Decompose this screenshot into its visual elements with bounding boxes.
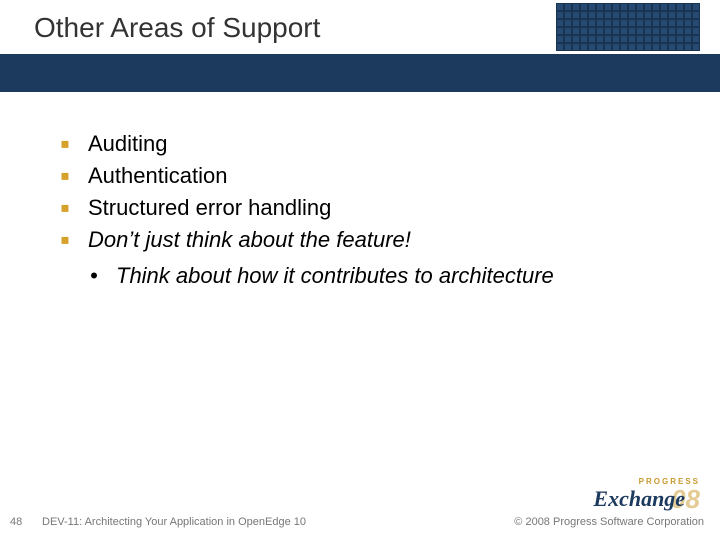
copyright: © 2008 Progress Software Corporation xyxy=(514,516,704,528)
footer: 48 DEV-11: Architecting Your Application… xyxy=(0,496,720,540)
slide-number: 48 xyxy=(10,516,22,528)
session-title: DEV-11: Architecting Your Application in… xyxy=(42,516,306,528)
sub-bullet-list: Think about how it contributes to archit… xyxy=(60,260,660,292)
content-area: Auditing Authentication Structured error… xyxy=(60,128,660,291)
bullet-item: Auditing xyxy=(60,128,660,160)
bullet-item: Structured error handling xyxy=(60,192,660,224)
bullet-item: Don’t just think about the feature! xyxy=(60,224,660,256)
header-dot-grid xyxy=(556,3,700,51)
sub-bullet-item: Think about how it contributes to archit… xyxy=(90,260,660,292)
bullet-item: Authentication xyxy=(60,160,660,192)
slide-title: Other Areas of Support xyxy=(34,12,320,44)
bullet-list: Auditing Authentication Structured error… xyxy=(60,128,660,256)
